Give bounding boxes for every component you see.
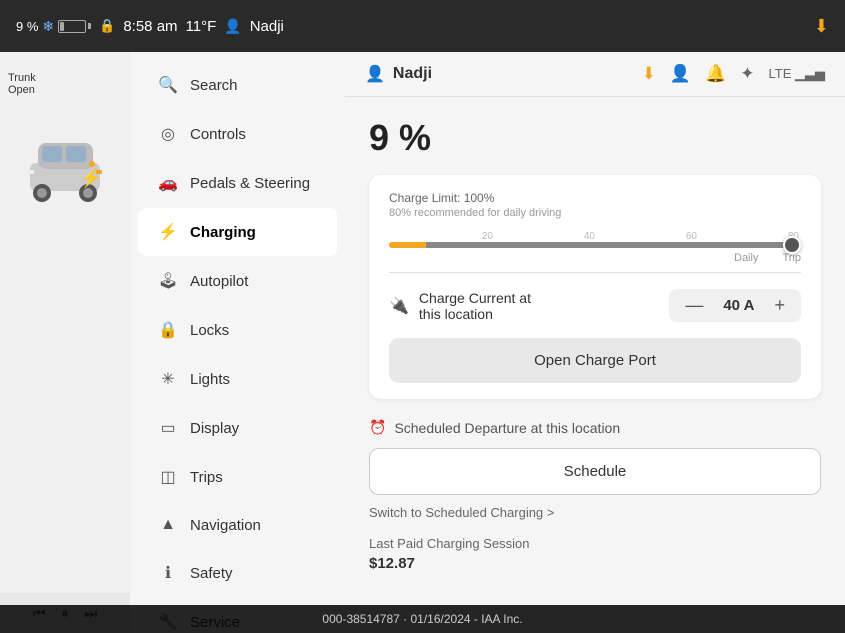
- pedals-icon: 🚗: [158, 173, 178, 193]
- status-bar: 9 % ❄ 🔒 8:58 am 11°F 👤 Nadji ⬇: [0, 0, 845, 52]
- sidebar-item-label: Autopilot: [190, 273, 248, 290]
- content-area: 👤 Nadji ⬇ 👤 🔔 ✦ LTE ▁▃▅ 9 % Charge Limit…: [345, 52, 845, 633]
- status-temp: 11°F: [186, 18, 217, 35]
- sidebar-item-autopilot[interactable]: 🕹 Autopilot: [138, 257, 337, 305]
- lightning-badge: ⚡: [80, 168, 102, 189]
- download-icon-status: ⬇: [814, 16, 829, 37]
- display-icon: ▭: [158, 418, 178, 438]
- daily-label: Daily: [734, 252, 758, 264]
- charge-content: 9 % Charge Limit: 100% 80% recommended f…: [345, 97, 845, 592]
- sidebar-item-label: Safety: [190, 565, 233, 582]
- header-user: 👤 Nadji: [365, 64, 432, 84]
- sidebar-item-label: Trips: [190, 469, 223, 486]
- autopilot-icon: 🕹: [158, 271, 178, 291]
- battery-percent: 9 %: [16, 19, 38, 34]
- divider-1: [389, 272, 801, 273]
- sidebar-item-search[interactable]: 🔍 Search: [138, 61, 337, 109]
- daily-trip-labels: Daily Trip: [389, 252, 801, 264]
- last-paid-amount: $12.87: [369, 555, 821, 572]
- trunk-label: Trunk Open: [8, 72, 36, 96]
- sidebar-item-navigation[interactable]: ▲ Navigation: [138, 502, 337, 548]
- sidebar-item-label: Lights: [190, 371, 230, 388]
- scheduled-departure-label: Scheduled Departure at this location: [394, 420, 620, 436]
- charge-limit-title: Charge Limit: 100%: [389, 191, 801, 205]
- user-icon: 👤: [224, 18, 241, 35]
- sidebar-item-charging[interactable]: ⚡ Charging: [138, 208, 337, 256]
- header-bluetooth-icon[interactable]: ✦: [740, 64, 754, 84]
- controls-icon: ◎: [158, 124, 178, 144]
- charge-current-row: 🔌 Charge Current atthis location — 40 A …: [389, 277, 801, 326]
- sidebar-item-label: Locks: [190, 322, 229, 339]
- bottom-bar-text: 000-38514787 · 01/16/2024 - IAA Inc.: [322, 612, 522, 626]
- schedule-button[interactable]: Schedule: [369, 448, 821, 495]
- tick-20: 20: [482, 231, 493, 242]
- last-paid-section: Last Paid Charging Session $12.87: [369, 536, 821, 572]
- search-icon: 🔍: [158, 75, 178, 95]
- lock-menu-icon: 🔒: [158, 320, 178, 340]
- content-header: 👤 Nadji ⬇ 👤 🔔 ✦ LTE ▁▃▅: [345, 52, 845, 97]
- status-bar-left: 9 % ❄ 🔒 8:58 am 11°F 👤 Nadji: [16, 18, 798, 35]
- sidebar-item-lights[interactable]: ✳ Lights: [138, 355, 337, 403]
- plug-icon: 🔌: [389, 296, 409, 316]
- status-time: 8:58 am: [123, 18, 177, 35]
- sidebar-item-label: Navigation: [190, 517, 261, 534]
- switch-scheduled-link[interactable]: Switch to Scheduled Charging >: [369, 505, 821, 520]
- scheduled-departure-section: ⏰ Scheduled Departure at this location S…: [369, 419, 821, 520]
- scheduled-departure-title: ⏰ Scheduled Departure at this location: [369, 419, 821, 436]
- increase-current-button[interactable]: +: [770, 295, 789, 316]
- snowflake-icon: ❄: [42, 18, 54, 35]
- last-paid-title: Last Paid Charging Session: [369, 536, 821, 551]
- sidebar-item-trips[interactable]: ◫ Trips: [138, 453, 337, 501]
- status-user: Nadji: [250, 18, 284, 35]
- slider-tick-labels: 20 40 60 80: [389, 231, 801, 242]
- charge-current-label: 🔌 Charge Current atthis location: [389, 290, 531, 322]
- header-icons: ⬇ 👤 🔔 ✦ LTE ▁▃▅: [642, 64, 825, 84]
- tick-60: 60: [686, 231, 697, 242]
- tick-40: 40: [584, 231, 595, 242]
- header-user-icon: 👤: [365, 64, 385, 84]
- bottom-bar: 000-38514787 · 01/16/2024 - IAA Inc.: [0, 605, 845, 633]
- sidebar-item-label: Display: [190, 420, 239, 437]
- sidebar: 🔍 Search ◎ Controls 🚗 Pedals & Steering …: [130, 52, 345, 633]
- header-download-icon[interactable]: ⬇: [642, 64, 656, 84]
- battery-icon: [58, 20, 91, 33]
- header-bell-icon[interactable]: 🔔: [705, 64, 726, 84]
- sidebar-item-label: Controls: [190, 126, 246, 143]
- sidebar-item-display[interactable]: ▭ Display: [138, 404, 337, 452]
- charge-current-control[interactable]: — 40 A +: [669, 289, 801, 322]
- left-panel: Trunk Open ⚡: [0, 52, 130, 633]
- sidebar-item-label: Search: [190, 77, 238, 94]
- charge-limit-sub: 80% recommended for daily driving: [389, 207, 801, 219]
- charge-fill-orange: [389, 242, 426, 248]
- safety-icon: ℹ: [158, 563, 178, 583]
- sidebar-item-locks[interactable]: 🔒 Locks: [138, 306, 337, 354]
- battery-status: 9 % ❄: [16, 18, 91, 35]
- trips-icon: ◫: [158, 467, 178, 487]
- navigation-icon: ▲: [158, 516, 178, 534]
- charge-slider-container[interactable]: 20 40 60 80 Daily Trip: [389, 231, 801, 264]
- charge-current-value: 40 A: [723, 297, 754, 314]
- lights-icon: ✳: [158, 369, 178, 389]
- header-signal-icon[interactable]: LTE ▁▃▅: [769, 66, 825, 82]
- charge-current-text: Charge Current atthis location: [419, 290, 531, 322]
- header-profile-icon[interactable]: 👤: [670, 64, 691, 84]
- charging-icon: ⚡: [158, 222, 178, 242]
- header-username: Nadji: [393, 65, 432, 83]
- charge-limit-card: Charge Limit: 100% 80% recommended for d…: [369, 175, 821, 399]
- sidebar-item-controls[interactable]: ◎ Controls: [138, 110, 337, 158]
- clock-icon: ⏰: [369, 419, 386, 436]
- sidebar-item-label: Charging: [190, 224, 256, 241]
- car-silhouette: ⚡: [20, 108, 110, 228]
- sidebar-item-pedals[interactable]: 🚗 Pedals & Steering: [138, 159, 337, 207]
- battery-level-display: 9 %: [369, 117, 821, 159]
- main-layout: Trunk Open ⚡: [0, 52, 845, 633]
- charge-fill-gray: [426, 242, 801, 248]
- sidebar-item-label: Pedals & Steering: [190, 175, 310, 192]
- charge-slider-track[interactable]: [389, 242, 801, 248]
- sidebar-item-safety[interactable]: ℹ Safety: [138, 549, 337, 597]
- decrease-current-button[interactable]: —: [681, 295, 707, 316]
- open-charge-port-button[interactable]: Open Charge Port: [389, 338, 801, 383]
- lock-icon: 🔒: [99, 18, 115, 34]
- charge-slider-thumb[interactable]: [783, 236, 801, 254]
